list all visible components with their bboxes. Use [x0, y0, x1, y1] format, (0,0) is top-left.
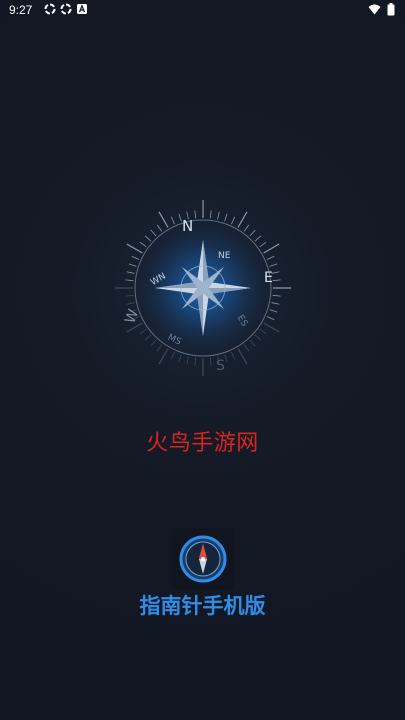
dir-e: E	[264, 270, 273, 286]
status-left-icons	[44, 3, 88, 15]
wifi-icon	[368, 4, 381, 18]
battery-icon	[387, 3, 395, 19]
dir-s: S	[216, 358, 225, 374]
sync-icon	[60, 3, 72, 15]
status-time: 9:27	[9, 3, 33, 17]
compass-app-icon	[172, 528, 234, 590]
status-right-icons	[368, 3, 395, 19]
dir-n: N	[182, 217, 193, 235]
site-name: 火鸟手游网	[146, 431, 259, 456]
notification-a-icon	[76, 3, 88, 15]
splash-screen: 9:27 N E S W NE WN ES MS 火鸟手游网 指南针手机版	[0, 0, 405, 720]
sync-icon	[44, 3, 56, 15]
app-title: 指南针手机版	[139, 594, 266, 618]
compass-illustration: N E S W NE WN ES MS	[98, 188, 308, 388]
dir-ne: NE	[218, 251, 231, 261]
status-bar: 9:27	[0, 0, 405, 22]
